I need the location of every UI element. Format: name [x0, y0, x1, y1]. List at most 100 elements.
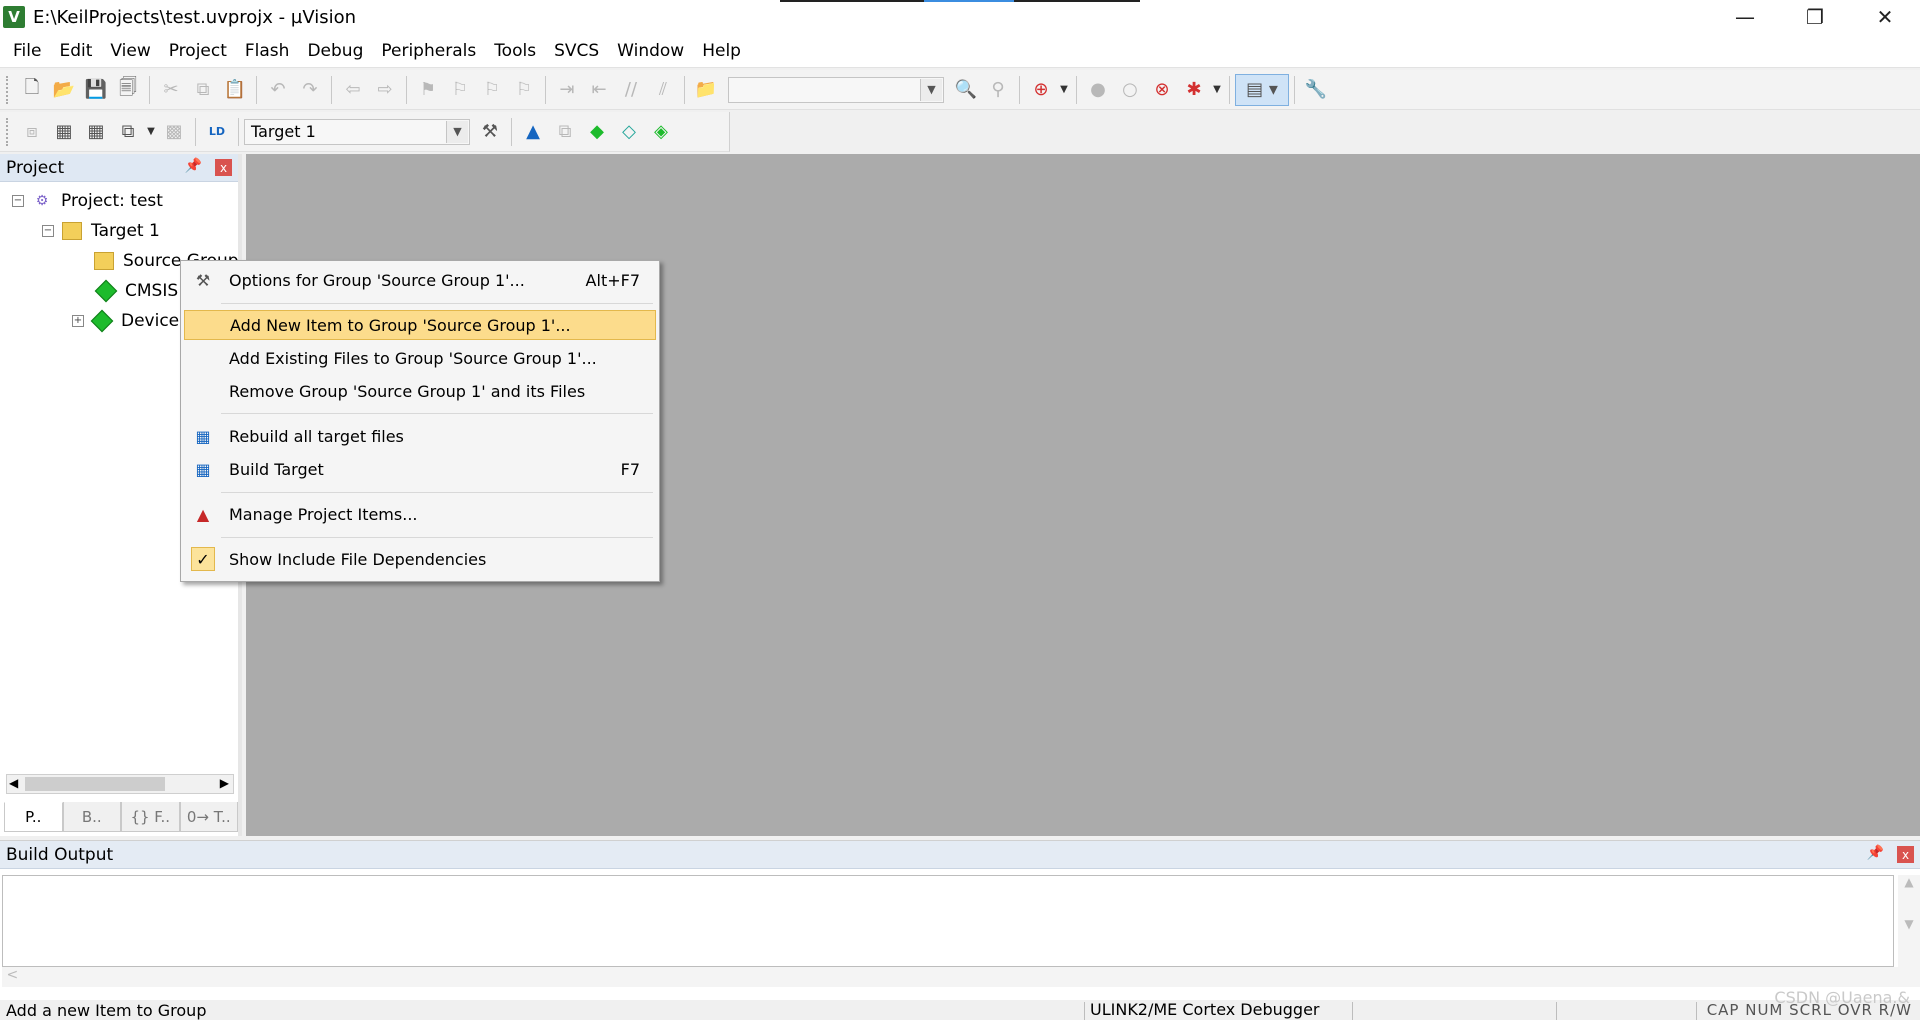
- copy-icon[interactable]: ⧉: [187, 74, 219, 106]
- manage-run-time-environment-icon[interactable]: ◆: [581, 116, 613, 148]
- open-file-icon[interactable]: 📂: [48, 74, 80, 106]
- new-file-icon[interactable]: 🗋: [16, 74, 48, 106]
- menu-item-add-new-item[interactable]: Add New Item to Group 'Source Group 1'..…: [184, 310, 656, 340]
- chevron-down-icon[interactable]: ▼: [1057, 74, 1071, 106]
- close-button[interactable]: ✕: [1850, 0, 1920, 34]
- toolbar-grip[interactable]: [6, 75, 10, 104]
- menu-window[interactable]: Window: [608, 34, 693, 68]
- menu-project[interactable]: Project: [160, 34, 236, 68]
- tree-item-device[interactable]: + Device: [72, 308, 179, 334]
- pin-icon[interactable]: 📌: [185, 158, 202, 174]
- tree-item-project[interactable]: − ⚙ Project: test: [12, 188, 163, 214]
- window-layout-icon[interactable]: ▤ ▾: [1235, 73, 1289, 106]
- disable-breakpoint-icon[interactable]: ○: [1114, 74, 1146, 106]
- debug-session-icon[interactable]: ⊕: [1025, 74, 1057, 106]
- build-icon[interactable]: ▦: [48, 116, 80, 148]
- chevron-down-icon[interactable]: ▼: [144, 116, 158, 148]
- tab-books[interactable]: B..: [62, 802, 121, 832]
- software-packs-icon[interactable]: ◈: [645, 116, 677, 148]
- tree-item-cmsis[interactable]: CMSIS: [94, 278, 178, 304]
- translate-icon[interactable]: ⧈: [16, 116, 48, 148]
- select-packs-icon[interactable]: ⧉: [549, 116, 581, 148]
- paste-icon[interactable]: 📋: [219, 74, 251, 106]
- menu-item-rebuild-all[interactable]: ▦ Rebuild all target files: [184, 421, 656, 451]
- chevron-down-icon[interactable]: ▼: [920, 78, 942, 101]
- target-options-icon[interactable]: ⚒: [474, 116, 506, 148]
- incremental-find-icon[interactable]: ⚲: [982, 74, 1014, 106]
- build-output-vertical-scrollbar[interactable]: ▲ ▼: [1898, 875, 1920, 967]
- comment-icon[interactable]: //: [615, 74, 647, 106]
- menu-item-add-existing-files[interactable]: Add Existing Files to Group 'Source Grou…: [184, 343, 656, 373]
- disable-all-breakpoints-icon[interactable]: ⊗: [1146, 74, 1178, 106]
- navigate-back-icon[interactable]: ⇦: [337, 74, 369, 106]
- component-icon: [90, 309, 114, 333]
- pack-installer-icon[interactable]: ◇: [613, 116, 645, 148]
- menu-item-build-target[interactable]: ▦ Build Target F7: [184, 454, 656, 484]
- menu-file[interactable]: File: [4, 34, 50, 68]
- kill-breakpoints-icon[interactable]: ✱: [1178, 74, 1210, 106]
- chevron-down-icon[interactable]: ▼: [446, 120, 468, 143]
- tab-templates[interactable]: 0→ T..: [179, 802, 238, 832]
- undo-icon[interactable]: ↶: [262, 74, 294, 106]
- tab-functions[interactable]: {} F..: [121, 802, 180, 832]
- navigate-forward-icon[interactable]: ⇨: [369, 74, 401, 106]
- close-icon[interactable]: x: [215, 159, 232, 176]
- batch-build-icon[interactable]: ⧉: [112, 116, 144, 148]
- bookmark-icon[interactable]: ⚑: [412, 74, 444, 106]
- configure-wrench-icon[interactable]: 🔧: [1300, 74, 1332, 106]
- pin-icon[interactable]: 📌: [1867, 845, 1884, 861]
- menu-item-shortcut: Alt+F7: [585, 270, 640, 290]
- breakpoint-icon[interactable]: ●: [1082, 74, 1114, 106]
- unindent-icon[interactable]: ⇤: [583, 74, 615, 106]
- load-download-icon[interactable]: LD: [201, 116, 233, 148]
- menu-help[interactable]: Help: [693, 34, 750, 68]
- menu-view[interactable]: View: [101, 34, 159, 68]
- find-icon[interactable]: 🔍: [950, 74, 982, 106]
- redo-icon[interactable]: ↷: [294, 74, 326, 106]
- tab-project[interactable]: P..: [4, 802, 63, 832]
- cut-icon[interactable]: ✂: [155, 74, 187, 106]
- build-output-text[interactable]: [2, 875, 1894, 967]
- stop-build-icon[interactable]: ▩: [158, 116, 190, 148]
- scrollbar-thumb[interactable]: [25, 777, 165, 791]
- find-in-files-icon[interactable]: 📁: [690, 74, 722, 106]
- clear-bookmarks-icon[interactable]: ⚐: [508, 74, 540, 106]
- restore-button[interactable]: ❐: [1780, 0, 1850, 34]
- menu-item-show-include-deps[interactable]: ✓ Show Include File Dependencies: [184, 544, 656, 574]
- rebuild-icon[interactable]: ▦: [80, 116, 112, 148]
- menu-debug[interactable]: Debug: [298, 34, 372, 68]
- target-select[interactable]: Target 1 ▼: [244, 118, 470, 145]
- save-icon[interactable]: 💾: [80, 74, 112, 106]
- next-bookmark-icon[interactable]: ⚐: [476, 74, 508, 106]
- tree-item-target[interactable]: − Target 1: [42, 218, 160, 244]
- scroll-right-icon[interactable]: ▶: [220, 776, 229, 790]
- menu-tools[interactable]: Tools: [485, 34, 545, 68]
- indent-icon[interactable]: ⇥: [551, 74, 583, 106]
- uncomment-icon[interactable]: ⫽: [647, 74, 679, 106]
- prev-bookmark-icon[interactable]: ⚐: [444, 74, 476, 106]
- collapse-icon[interactable]: −: [42, 225, 54, 237]
- close-icon[interactable]: x: [1897, 846, 1914, 863]
- menu-svcs[interactable]: SVCS: [545, 34, 608, 68]
- menu-flash[interactable]: Flash: [236, 34, 299, 68]
- chevron-down-icon[interactable]: ▼: [1210, 74, 1224, 106]
- menu-edit[interactable]: Edit: [50, 34, 101, 68]
- find-combo[interactable]: ▼: [728, 76, 944, 103]
- scroll-left-icon[interactable]: ◀: [9, 776, 18, 790]
- manage-items-icon: ▲: [196, 504, 210, 524]
- project-horizontal-scrollbar[interactable]: ◀ ▶: [6, 774, 234, 794]
- toolbar-grip[interactable]: [6, 117, 10, 146]
- minimize-button[interactable]: —: [1710, 0, 1780, 34]
- options-icon: ⚒: [195, 270, 211, 290]
- expand-icon[interactable]: +: [72, 315, 84, 327]
- build-output-title: Build Output: [6, 844, 114, 865]
- menu-item-label: Options for Group 'Source Group 1'...: [229, 270, 525, 290]
- build-output-horizontal-scrollbar[interactable]: <: [2, 967, 1920, 987]
- save-all-icon[interactable]: 🗐: [112, 74, 144, 106]
- menu-peripherals[interactable]: Peripherals: [372, 34, 485, 68]
- collapse-icon[interactable]: −: [12, 195, 24, 207]
- menu-item-options-for-group[interactable]: ⚒ Options for Group 'Source Group 1'... …: [184, 265, 656, 295]
- menu-item-remove-group[interactable]: Remove Group 'Source Group 1' and its Fi…: [184, 376, 656, 406]
- menu-item-manage-project-items[interactable]: ▲ Manage Project Items...: [184, 499, 656, 529]
- manage-project-items-icon[interactable]: ▲: [517, 116, 549, 148]
